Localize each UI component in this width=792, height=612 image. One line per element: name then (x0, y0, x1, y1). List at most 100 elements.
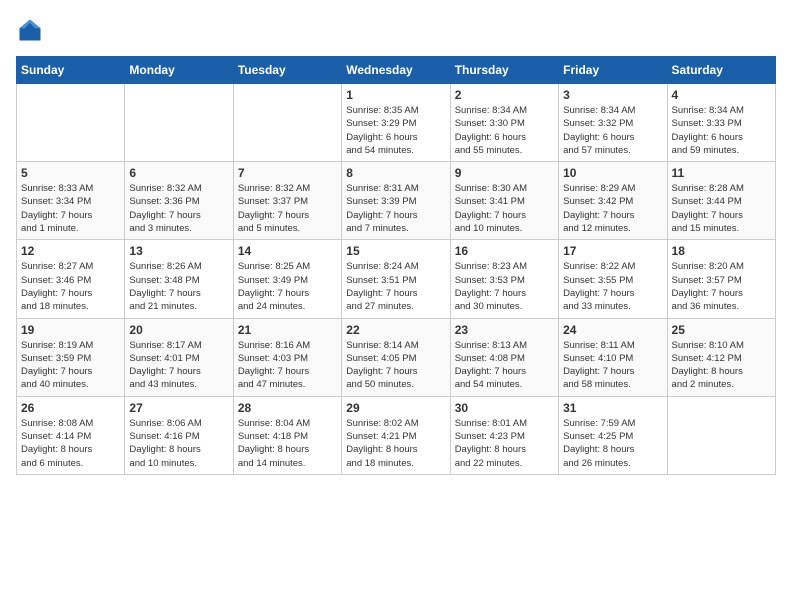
calendar-day-cell: 17 Sunrise: 8:22 AM Sunset: 3:55 PM Dayli… (559, 240, 667, 318)
calendar-day-cell: 19 Sunrise: 8:19 AM Sunset: 3:59 PM Dayli… (17, 318, 125, 396)
calendar-week-row: 5Sunrise: 8:33 AM Sunset: 3:34 PM Daylig… (17, 162, 776, 240)
day-info: Sunrise: 8:34 AM Sunset: 3:33 PM Dayligh… (672, 104, 771, 157)
day-info: Sunrise: 8:01 AM Sunset: 4:23 PM Dayligh… (455, 417, 554, 470)
day-number: 14 (238, 244, 337, 258)
day-info: Sunrise: 8:23 AM Sunset: 3:53 PM Dayligh… (455, 260, 554, 313)
calendar-day-cell: 30 Sunrise: 8:01 AM Sunset: 4:23 PM Dayli… (450, 396, 558, 474)
calendar-day-cell: 23Sunrise: 8:13 AM Sunset: 4:08 PM Dayli… (450, 318, 558, 396)
calendar-table: SundayMondayTuesdayWednesdayThursdayFrid… (16, 56, 776, 475)
calendar-day-cell (17, 84, 125, 162)
day-info: Sunrise: 8:29 AM Sunset: 3:42 PM Dayligh… (563, 182, 662, 235)
calendar-day-cell: 24Sunrise: 8:11 AM Sunset: 4:10 PM Dayli… (559, 318, 667, 396)
day-info: Sunrise: 8:20 AM Sunset: 3:57 PM Dayligh… (672, 260, 771, 313)
logo (16, 16, 48, 44)
day-of-week-header: Friday (559, 57, 667, 84)
day-of-week-header: Wednesday (342, 57, 450, 84)
calendar-day-cell (125, 84, 233, 162)
calendar-day-cell: 6 Sunrise: 8:32 AM Sunset: 3:36 PM Daylig… (125, 162, 233, 240)
day-info: Sunrise: 8:22 AM Sunset: 3:55 PM Dayligh… (563, 260, 662, 313)
day-number: 29 (346, 401, 445, 415)
day-number: 8 (346, 166, 445, 180)
day-info: Sunrise: 8:17 AM Sunset: 4:01 PM Dayligh… (129, 339, 228, 392)
day-of-week-header: Sunday (17, 57, 125, 84)
day-info: Sunrise: 8:34 AM Sunset: 3:32 PM Dayligh… (563, 104, 662, 157)
calendar-day-cell: 27 Sunrise: 8:06 AM Sunset: 4:16 PM Dayli… (125, 396, 233, 474)
calendar-day-cell: 14Sunrise: 8:25 AM Sunset: 3:49 PM Dayli… (233, 240, 341, 318)
day-info: Sunrise: 8:26 AM Sunset: 3:48 PM Dayligh… (129, 260, 228, 313)
day-of-week-header: Monday (125, 57, 233, 84)
calendar-day-cell: 9 Sunrise: 8:30 AM Sunset: 3:41 PM Daylig… (450, 162, 558, 240)
calendar-day-cell: 12 Sunrise: 8:27 AM Sunset: 3:46 PM Dayli… (17, 240, 125, 318)
day-number: 10 (563, 166, 662, 180)
calendar-day-cell: 7 Sunrise: 8:32 AM Sunset: 3:37 PM Daylig… (233, 162, 341, 240)
calendar-day-cell: 11 Sunrise: 8:28 AM Sunset: 3:44 PM Dayli… (667, 162, 775, 240)
calendar-day-cell: 25 Sunrise: 8:10 AM Sunset: 4:12 PM Dayli… (667, 318, 775, 396)
day-info: Sunrise: 8:08 AM Sunset: 4:14 PM Dayligh… (21, 417, 120, 470)
day-number: 25 (672, 323, 771, 337)
day-number: 16 (455, 244, 554, 258)
calendar-day-cell: 2 Sunrise: 8:34 AM Sunset: 3:30 PM Daylig… (450, 84, 558, 162)
day-info: Sunrise: 8:31 AM Sunset: 3:39 PM Dayligh… (346, 182, 445, 235)
day-number: 30 (455, 401, 554, 415)
day-number: 3 (563, 88, 662, 102)
day-info: Sunrise: 8:24 AM Sunset: 3:51 PM Dayligh… (346, 260, 445, 313)
day-number: 27 (129, 401, 228, 415)
day-number: 19 (21, 323, 120, 337)
day-info: Sunrise: 8:32 AM Sunset: 3:37 PM Dayligh… (238, 182, 337, 235)
calendar-day-cell: 5Sunrise: 8:33 AM Sunset: 3:34 PM Daylig… (17, 162, 125, 240)
calendar-day-cell: 31Sunrise: 7:59 AM Sunset: 4:25 PM Dayli… (559, 396, 667, 474)
calendar-week-row: 12 Sunrise: 8:27 AM Sunset: 3:46 PM Dayli… (17, 240, 776, 318)
day-number: 1 (346, 88, 445, 102)
day-number: 22 (346, 323, 445, 337)
calendar-day-cell: 29 Sunrise: 8:02 AM Sunset: 4:21 PM Dayli… (342, 396, 450, 474)
day-info: Sunrise: 8:28 AM Sunset: 3:44 PM Dayligh… (672, 182, 771, 235)
day-of-week-header: Saturday (667, 57, 775, 84)
day-number: 4 (672, 88, 771, 102)
calendar-day-cell: 20 Sunrise: 8:17 AM Sunset: 4:01 PM Dayli… (125, 318, 233, 396)
day-number: 7 (238, 166, 337, 180)
day-info: Sunrise: 8:35 AM Sunset: 3:29 PM Dayligh… (346, 104, 445, 157)
day-number: 6 (129, 166, 228, 180)
day-info: Sunrise: 8:02 AM Sunset: 4:21 PM Dayligh… (346, 417, 445, 470)
day-info: Sunrise: 8:04 AM Sunset: 4:18 PM Dayligh… (238, 417, 337, 470)
calendar-week-row: 1 Sunrise: 8:35 AM Sunset: 3:29 PM Daylig… (17, 84, 776, 162)
calendar-day-cell (667, 396, 775, 474)
day-number: 17 (563, 244, 662, 258)
day-number: 11 (672, 166, 771, 180)
calendar-day-cell: 18Sunrise: 8:20 AM Sunset: 3:57 PM Dayli… (667, 240, 775, 318)
day-info: Sunrise: 8:33 AM Sunset: 3:34 PM Dayligh… (21, 182, 120, 235)
day-number: 20 (129, 323, 228, 337)
calendar-week-row: 26Sunrise: 8:08 AM Sunset: 4:14 PM Dayli… (17, 396, 776, 474)
calendar-day-cell: 4 Sunrise: 8:34 AM Sunset: 3:33 PM Daylig… (667, 84, 775, 162)
calendar-day-cell: 3 Sunrise: 8:34 AM Sunset: 3:32 PM Daylig… (559, 84, 667, 162)
day-number: 31 (563, 401, 662, 415)
day-info: Sunrise: 8:27 AM Sunset: 3:46 PM Dayligh… (21, 260, 120, 313)
day-number: 12 (21, 244, 120, 258)
calendar-day-cell: 28 Sunrise: 8:04 AM Sunset: 4:18 PM Dayli… (233, 396, 341, 474)
day-number: 23 (455, 323, 554, 337)
day-number: 28 (238, 401, 337, 415)
page-header (16, 16, 776, 44)
calendar-day-cell: 22 Sunrise: 8:14 AM Sunset: 4:05 PM Dayli… (342, 318, 450, 396)
day-info: Sunrise: 8:14 AM Sunset: 4:05 PM Dayligh… (346, 339, 445, 392)
calendar-day-cell: 26Sunrise: 8:08 AM Sunset: 4:14 PM Dayli… (17, 396, 125, 474)
day-info: Sunrise: 8:06 AM Sunset: 4:16 PM Dayligh… (129, 417, 228, 470)
calendar-day-cell: 15Sunrise: 8:24 AM Sunset: 3:51 PM Dayli… (342, 240, 450, 318)
calendar-day-cell: 1 Sunrise: 8:35 AM Sunset: 3:29 PM Daylig… (342, 84, 450, 162)
day-info: Sunrise: 8:30 AM Sunset: 3:41 PM Dayligh… (455, 182, 554, 235)
calendar-day-cell (233, 84, 341, 162)
day-info: Sunrise: 8:19 AM Sunset: 3:59 PM Dayligh… (21, 339, 120, 392)
calendar-week-row: 19 Sunrise: 8:19 AM Sunset: 3:59 PM Dayli… (17, 318, 776, 396)
day-number: 2 (455, 88, 554, 102)
calendar-day-cell: 13 Sunrise: 8:26 AM Sunset: 3:48 PM Dayli… (125, 240, 233, 318)
day-info: Sunrise: 8:10 AM Sunset: 4:12 PM Dayligh… (672, 339, 771, 392)
day-number: 9 (455, 166, 554, 180)
day-info: Sunrise: 8:34 AM Sunset: 3:30 PM Dayligh… (455, 104, 554, 157)
calendar-day-cell: 21Sunrise: 8:16 AM Sunset: 4:03 PM Dayli… (233, 318, 341, 396)
day-info: Sunrise: 8:11 AM Sunset: 4:10 PM Dayligh… (563, 339, 662, 392)
calendar-header-row: SundayMondayTuesdayWednesdayThursdayFrid… (17, 57, 776, 84)
calendar-day-cell: 16 Sunrise: 8:23 AM Sunset: 3:53 PM Dayli… (450, 240, 558, 318)
day-of-week-header: Tuesday (233, 57, 341, 84)
day-number: 13 (129, 244, 228, 258)
day-info: Sunrise: 8:32 AM Sunset: 3:36 PM Dayligh… (129, 182, 228, 235)
